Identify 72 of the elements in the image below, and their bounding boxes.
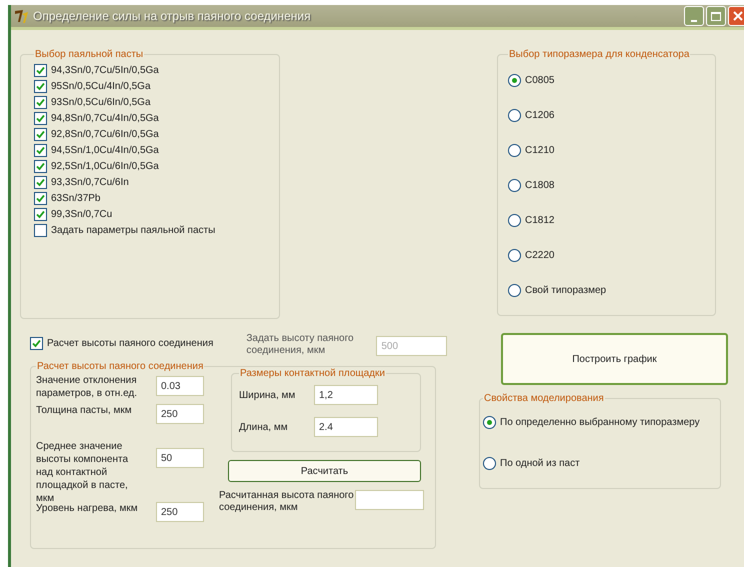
- window-title: Определение силы на отрыв паяного соединения: [33, 8, 311, 25]
- checkbox[interactable]: [34, 192, 47, 204]
- input-field[interactable]: 0.03: [156, 376, 204, 396]
- checkbox-label: 63Sn/37Pb: [51, 192, 100, 206]
- checkbox[interactable]: [34, 176, 47, 188]
- plot-button[interactable]: Построить график: [501, 333, 728, 385]
- checkbox-label: 94,8Sn/0,7Cu/4In/0,5Ga: [51, 112, 159, 126]
- close-icon: [733, 11, 743, 21]
- result-label: Расчитанная высота паяного соединения, мкм: [219, 490, 355, 514]
- set-height-label: Задать высоту паяного соединения, мкм: [246, 333, 355, 357]
- radio-button[interactable]: [483, 457, 496, 470]
- checkbox[interactable]: [34, 80, 47, 92]
- checkbox-label: 93Sn/0,5Cu/6In/0,5Ga: [51, 96, 151, 110]
- radio-label: По одной из паст: [500, 457, 580, 470]
- checkbox[interactable]: [34, 64, 47, 76]
- calculate-button[interactable]: Расчитать: [228, 460, 421, 482]
- app-icon: [13, 8, 29, 24]
- input-field[interactable]: 2.4: [314, 417, 378, 437]
- radio-label: Свой типоразмер: [525, 284, 606, 297]
- checkbox[interactable]: [34, 224, 47, 236]
- checkbox-label: Задать параметры паяльной пасты: [51, 224, 216, 238]
- checkbox-label: 95Sn/0,5Cu/4In/0,5Ga: [51, 80, 151, 94]
- radio-label: C1206: [525, 109, 554, 122]
- maximize-icon: [711, 12, 721, 20]
- minimize-button[interactable]: [684, 6, 704, 26]
- input-field[interactable]: 250: [156, 404, 204, 424]
- radio-button[interactable]: [508, 284, 521, 297]
- checkbox-label: 92,8Sn/0,7Cu/6In/0,5Ga: [51, 128, 159, 142]
- checkbox[interactable]: [34, 112, 47, 124]
- input-field[interactable]: 1,2: [314, 385, 378, 405]
- radio-label: C0805: [525, 74, 554, 87]
- checkbox[interactable]: [34, 128, 47, 140]
- group-title: Свойства моделирования: [483, 392, 605, 406]
- radio-label: C2220: [525, 249, 554, 262]
- radio-label: По определенно выбранному типоразмеру: [500, 416, 700, 429]
- radio-button[interactable]: [508, 109, 521, 122]
- checkbox[interactable]: [30, 336, 43, 350]
- checkbox-label: 99,3Sn/0,7Cu: [51, 208, 112, 222]
- radio-button[interactable]: [483, 416, 496, 429]
- radio-button[interactable]: [508, 214, 521, 227]
- input-field[interactable]: [355, 490, 424, 510]
- radio-button[interactable]: [508, 144, 521, 157]
- checkbox-label: 94,3Sn/0,7Cu/5In/0,5Ga: [51, 64, 159, 78]
- checkbox[interactable]: [34, 160, 47, 172]
- radio-button[interactable]: [508, 249, 521, 262]
- checkbox-label: 92,5Sn/1,0Cu/6In/0,5Ga: [51, 160, 159, 174]
- field-label: Среднее значение высоты компонента над контактной площадкой в пасте, мкм: [36, 440, 130, 504]
- maximize-button[interactable]: [706, 6, 726, 26]
- field-label: Уровень нагрева, мкм: [36, 502, 139, 515]
- field-label: Значение отклонения параметров, в отн.ед.: [36, 374, 138, 400]
- radio-button[interactable]: [508, 179, 521, 192]
- group-title: Расчет высоты паяного соединения: [36, 360, 204, 374]
- checkbox[interactable]: [34, 96, 47, 108]
- group-title: Выбор типоразмера для конденсатора: [508, 48, 690, 62]
- radio-label: C1808: [525, 179, 554, 192]
- radio-label: C1210: [525, 144, 554, 157]
- checkbox-label: Расчет высоты паяного соединения: [47, 336, 214, 350]
- group-title: Выбор паяльной пасты: [34, 48, 144, 62]
- checkbox-label: 94,5Sn/1,0Cu/4In/0,5Ga: [51, 144, 159, 158]
- input-field[interactable]: 50: [156, 448, 204, 468]
- checkbox[interactable]: [34, 208, 47, 220]
- group-title: Размеры контактной площадки: [239, 367, 386, 381]
- field-label: Толщина пасты, мкм: [36, 404, 133, 417]
- checkbox[interactable]: [34, 144, 47, 156]
- field-label: Длина, мм: [239, 420, 289, 434]
- field-label: Ширина, мм: [239, 388, 296, 402]
- radio-button[interactable]: [508, 74, 521, 87]
- minimize-icon: [691, 20, 697, 22]
- close-button[interactable]: [728, 6, 744, 26]
- input-field[interactable]: 250: [156, 502, 204, 522]
- radio-label: C1812: [525, 214, 554, 227]
- checkbox-label: 93,3Sn/0,7Cu/6In: [51, 176, 129, 190]
